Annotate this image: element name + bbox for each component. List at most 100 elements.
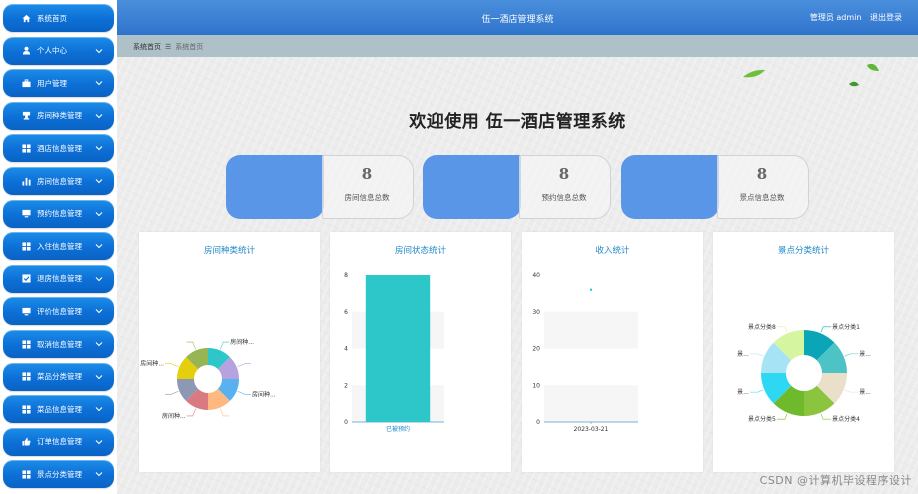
sidebar-item-label: 评价信息管理 xyxy=(37,306,82,316)
sidebar-item-10[interactable]: 取消信息管理 xyxy=(3,330,114,358)
label-line xyxy=(820,326,832,333)
room-type-donut-chart: 房间种... 房间种... 房间种... 房间种... xyxy=(140,338,276,420)
sidebar-item-label: 取消信息管理 xyxy=(37,339,82,349)
chart-panel-room-types: 房间种类统计 房间种... 房间种... 房间种... 房间种... xyxy=(139,232,320,472)
grid-icon xyxy=(19,242,33,251)
username-label: 管理员 admin xyxy=(809,13,862,22)
stat-label: 景点信息总数 xyxy=(739,193,785,202)
chevron-down-icon xyxy=(92,48,106,54)
label-line xyxy=(820,413,832,420)
y-tick-label: 4 xyxy=(344,346,348,353)
home-icon xyxy=(19,14,33,23)
label-line xyxy=(165,363,179,368)
monitor-icon xyxy=(19,307,33,316)
chart-panel-room-status: 房间状态统计 0 2 4 6 8 已被预约 xyxy=(330,232,511,472)
chevron-down-icon xyxy=(95,439,103,445)
slice-label: 房间种... xyxy=(252,390,276,398)
chevron-down-icon xyxy=(95,244,103,249)
sidebar-item-2[interactable]: 用户管理 xyxy=(3,69,114,98)
stat-label: 房间信息总数 xyxy=(344,193,390,202)
chevron-down-icon xyxy=(95,113,103,119)
chevron-down-icon xyxy=(92,178,106,184)
y-tick-label: 0 xyxy=(344,419,348,426)
user-area: 管理员 admin 退出登录 xyxy=(804,12,902,23)
grid-band xyxy=(544,311,638,349)
slice-label: 景... xyxy=(737,389,749,396)
header-bar: 伍一酒店管理系统 管理员 admin 退出登录 xyxy=(117,0,918,35)
chevron-down-icon xyxy=(95,374,103,379)
slice-label: 景点分类5 xyxy=(748,415,776,423)
chevron-down-icon xyxy=(95,407,103,412)
breadcrumb: 系统首页 ☰ 系统首页 xyxy=(133,42,203,52)
slice-label: 景... xyxy=(859,351,871,358)
cup-icon xyxy=(19,111,33,120)
sidebar-item-5[interactable]: 房间信息管理 xyxy=(3,167,114,195)
sidebar-item-label: 系统首页 xyxy=(37,13,67,23)
stat-color-block xyxy=(621,155,719,219)
breadcrumb-current: 系统首页 xyxy=(175,43,204,51)
slice-label: 房间种... xyxy=(140,360,164,368)
sidebar-item-7[interactable]: 入住信息管理 xyxy=(3,232,114,261)
breadcrumb-home[interactable]: 系统首页 xyxy=(133,43,161,51)
sidebar-item-14[interactable]: 景点分类管理 xyxy=(3,460,114,489)
chevron-down-icon xyxy=(92,145,106,151)
chevron-down-icon xyxy=(95,146,103,151)
stat-color-block xyxy=(226,155,324,219)
grid-icon xyxy=(19,144,33,153)
logout-link[interactable]: 退出登录 xyxy=(870,13,902,22)
label-line xyxy=(219,341,230,350)
chevron-down-icon xyxy=(92,439,106,445)
chevron-down-icon xyxy=(92,341,106,347)
slice-label: 房间种... xyxy=(230,338,254,346)
chevron-down-icon xyxy=(95,81,103,86)
sidebar-item-3[interactable]: 房间种类管理 xyxy=(3,101,114,130)
sidebar-item-12[interactable]: 菜品信息管理 xyxy=(3,395,114,424)
sidebar-item-4[interactable]: 酒店信息管理 xyxy=(3,134,114,163)
label-line xyxy=(237,363,251,368)
chevron-down-icon xyxy=(92,211,106,217)
chevron-down-icon xyxy=(92,80,106,86)
sidebar-item-6[interactable]: 预约信息管理 xyxy=(3,199,114,228)
monitor-icon xyxy=(19,209,33,218)
thumb-icon xyxy=(19,437,33,446)
stat-value: 8 xyxy=(558,165,570,183)
chevron-down-icon xyxy=(92,406,106,412)
chevron-down-icon xyxy=(95,179,103,184)
room-status-bar-chart: 0 2 4 6 8 已被预约 xyxy=(344,272,444,433)
chart-panel-attraction-types: 景点分类统计 景点分类1 景... 景... 景点分类4 景点分类5 景... 景... 景点… xyxy=(713,232,894,472)
grid-icon xyxy=(19,372,33,381)
y-tick-label: 6 xyxy=(344,309,348,316)
sidebar: 系统首页个人中心用户管理房间种类管理酒店信息管理房间信息管理 预约信息管理入住信息… xyxy=(0,0,117,494)
y-tick-label: 10 xyxy=(532,382,540,389)
chevron-down-icon xyxy=(95,276,103,282)
stat-value: 8 xyxy=(361,165,373,183)
sidebar-item-0[interactable]: 系统首页 xyxy=(3,4,114,32)
income-line-chart: 0 10 20 30 40 2023-03-21 xyxy=(532,272,638,433)
chevron-down-icon xyxy=(92,276,106,282)
main-content: 欢迎使用 伍一酒店管理系统 8 房间信息总数 8 预约信息总数 8 景点信息总数… xyxy=(117,57,918,494)
stat-card-rooms: 8 房间信息总数 xyxy=(226,155,414,219)
slice-label: 景点分类8 xyxy=(748,323,776,331)
leaf-icon xyxy=(849,81,859,87)
sidebar-item-9[interactable]: 评价信息管理 xyxy=(3,297,114,326)
briefcase-icon xyxy=(19,79,33,88)
sidebar-item-label: 菜品信息管理 xyxy=(37,404,82,414)
sidebar-item-13[interactable]: 订单信息管理 xyxy=(3,427,114,456)
menu-icon: ☰ xyxy=(165,43,172,51)
label-line xyxy=(186,341,197,350)
label-line xyxy=(844,389,859,393)
chevron-down-icon xyxy=(95,342,103,347)
sidebar-item-label: 退房信息管理 xyxy=(37,274,82,284)
sidebar-item-label: 用户管理 xyxy=(37,78,67,88)
bar-chart-icon xyxy=(19,177,33,186)
sidebar-item-8[interactable]: 退房信息管理 xyxy=(3,264,114,293)
bar xyxy=(365,275,431,422)
sidebar-item-label: 入住信息管理 xyxy=(37,241,82,251)
chevron-down-icon xyxy=(95,309,103,314)
slice-label: 景... xyxy=(737,351,749,358)
sidebar-item-label: 酒店信息管理 xyxy=(37,143,82,153)
sidebar-item-11[interactable]: 菜品分类管理 xyxy=(3,362,114,391)
chevron-down-icon xyxy=(95,48,103,53)
sidebar-item-1[interactable]: 个人中心 xyxy=(3,36,114,65)
label-line xyxy=(186,408,197,417)
